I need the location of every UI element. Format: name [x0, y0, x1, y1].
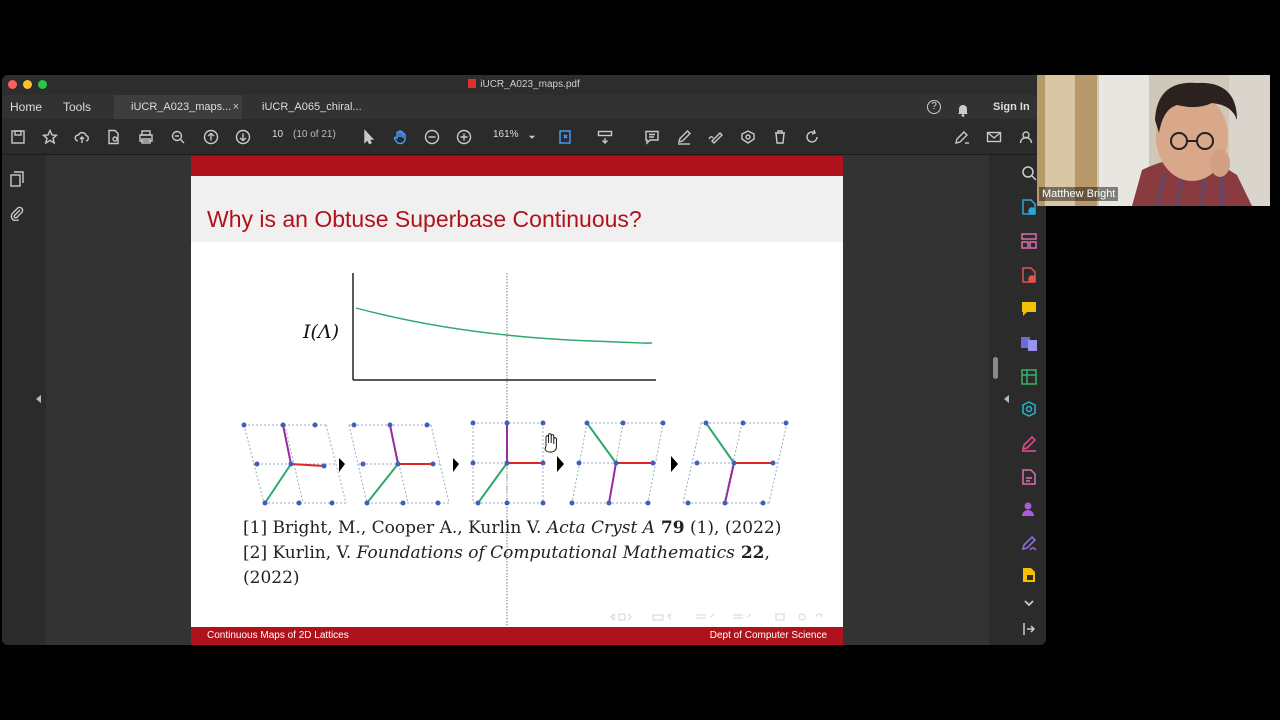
title-bar: iUCR_A023_maps.pdf [2, 75, 1046, 95]
slide-footer: Continuous Maps of 2D Lattices Dept of C… [191, 627, 843, 645]
hand-cursor-icon [544, 433, 557, 453]
page-down-icon[interactable] [233, 127, 253, 147]
main-toolbar: 10 (10 of 21) 161% [2, 119, 1046, 155]
reference-2-comma: , [764, 543, 770, 563]
reference-2-journal: Foundations of Computational Mathematics [356, 543, 735, 563]
participant-video-tile[interactable]: Matthew Bright [1037, 75, 1270, 206]
more-tools-chevron-down-icon[interactable] [1020, 594, 1038, 612]
zoom-chevron-down-icon[interactable] [525, 127, 539, 147]
upload-cloud-icon[interactable] [72, 127, 92, 147]
export-pdf-icon[interactable] [1020, 198, 1038, 216]
plot-curve [355, 307, 653, 344]
combine-files-icon[interactable] [1020, 334, 1038, 352]
comment-tool-icon[interactable] [1020, 300, 1038, 318]
tab-home[interactable]: Home [10, 95, 42, 119]
zoom-search-icon[interactable] [168, 127, 188, 147]
zoom-in-icon[interactable] [454, 127, 474, 147]
reference-1-journal: Acta Cryst A [546, 518, 655, 538]
hand-tool-icon[interactable] [390, 127, 410, 147]
tab-tools[interactable]: Tools [63, 95, 91, 119]
reference-2: [2] Kurlin, V. Foundations of Computatio… [243, 541, 781, 566]
delete-trash-icon[interactable] [770, 127, 790, 147]
edit-pdf-icon[interactable] [1020, 468, 1038, 486]
page-fit-icon[interactable] [556, 127, 576, 147]
plot-y-axis-label: I(Λ) [302, 321, 339, 343]
lattice-5 [682, 420, 789, 506]
sign-in-button[interactable]: Sign In [993, 95, 1030, 119]
highlight-pen-icon[interactable] [674, 127, 694, 147]
page-number-input[interactable]: 10 [272, 129, 283, 140]
select-pointer-icon[interactable] [358, 127, 378, 147]
lattice-diagrams [241, 420, 789, 506]
window-title: iUCR_A023_maps.pdf [2, 79, 1046, 90]
sequence-arrow-2 [453, 458, 459, 472]
lattice-1 [241, 422, 347, 506]
tab-document-active[interactable]: iUCR_A023_maps... × [114, 95, 242, 119]
print-icon[interactable] [136, 127, 156, 147]
certificate-pen-icon[interactable] [1020, 534, 1038, 552]
expand-left-panel-icon[interactable] [36, 395, 41, 403]
sequence-arrow-4 [671, 456, 678, 472]
left-navigation-rail [2, 155, 32, 645]
reference-2-authors: [2] Kurlin, V. [243, 543, 357, 563]
create-pdf-icon[interactable] [1020, 266, 1038, 284]
zoom-level-select[interactable]: 161% [493, 129, 519, 140]
protect-lock-icon[interactable] [1020, 566, 1038, 584]
page-count: (10 of 21) [293, 129, 336, 140]
footer-left-text: Continuous Maps of 2D Lattices [207, 630, 349, 641]
reference-1-authors: [1] Bright, M., Cooper A., Kurlin V. [243, 518, 547, 538]
tab-document[interactable]: iUCR_A065_chiral... [262, 95, 362, 119]
pdf-page-slide: Why is an Obtuse Superbase Continuous? I… [191, 156, 843, 645]
export-spreadsheet-icon[interactable] [1020, 368, 1038, 386]
reference-2-year: (2022) [243, 568, 300, 588]
page-up-icon[interactable] [201, 127, 221, 147]
sequence-arrow-1 [339, 458, 345, 472]
lattice-3 [470, 420, 546, 506]
request-signatures-icon[interactable] [1020, 500, 1038, 518]
tab-close-icon[interactable]: × [233, 95, 239, 119]
zoom-out-icon[interactable] [422, 127, 442, 147]
footer-right-text: Dept of Computer Science [709, 630, 827, 641]
reference-2-volume: 22 [734, 543, 765, 563]
fill-sign-pen-icon[interactable] [1020, 434, 1038, 452]
sequence-arrow-3 [557, 456, 564, 472]
reference-1-volume: 79 [654, 518, 685, 538]
save-icon[interactable] [8, 127, 28, 147]
vertical-scrollbar[interactable] [990, 155, 1002, 645]
email-icon[interactable] [984, 127, 1004, 147]
draw-signature-icon[interactable] [706, 127, 726, 147]
beamer-navigation-controls[interactable] [610, 612, 823, 622]
scrollbar-thumb[interactable] [993, 357, 998, 379]
collapse-right-panel-icon[interactable] [1004, 395, 1009, 403]
notification-bell-icon[interactable] [957, 101, 969, 117]
window-title-text: iUCR_A023_maps.pdf [480, 79, 580, 90]
scan-ocr-icon[interactable] [1020, 400, 1038, 418]
participant-name: Matthew Bright [1039, 187, 1119, 201]
reference-1: [1] Bright, M., Cooper A., Kurlin V. Act… [243, 516, 781, 541]
references-list: [1] Bright, M., Cooper A., Kurlin V. Act… [243, 516, 781, 591]
attachments-paperclip-icon[interactable] [9, 205, 25, 226]
edit-link-icon[interactable] [952, 127, 972, 147]
stamp-tag-icon[interactable] [738, 127, 758, 147]
comment-icon[interactable] [642, 127, 662, 147]
share-user-icon[interactable] [1016, 127, 1036, 147]
search-tool-icon[interactable] [1020, 164, 1038, 182]
star-icon[interactable] [40, 127, 60, 147]
rotate-icon[interactable] [802, 127, 822, 147]
reference-1-issue-year: (1), (2022) [684, 518, 782, 538]
file-search-icon[interactable] [104, 127, 124, 147]
tab-document-label: iUCR_A023_maps... [131, 101, 232, 113]
help-icon[interactable]: ? [927, 100, 941, 114]
collapse-tools-panel-icon[interactable] [1020, 620, 1038, 638]
scroll-mode-icon[interactable] [595, 127, 615, 147]
lattice-4 [569, 420, 666, 506]
page-thumbnails-icon[interactable] [9, 171, 25, 192]
tab-bar: Home Tools iUCR_A023_maps... × iUCR_A065… [2, 95, 1046, 119]
lattice-2 [348, 422, 450, 506]
pdf-file-icon [468, 79, 477, 88]
organize-pages-icon[interactable] [1020, 232, 1038, 250]
